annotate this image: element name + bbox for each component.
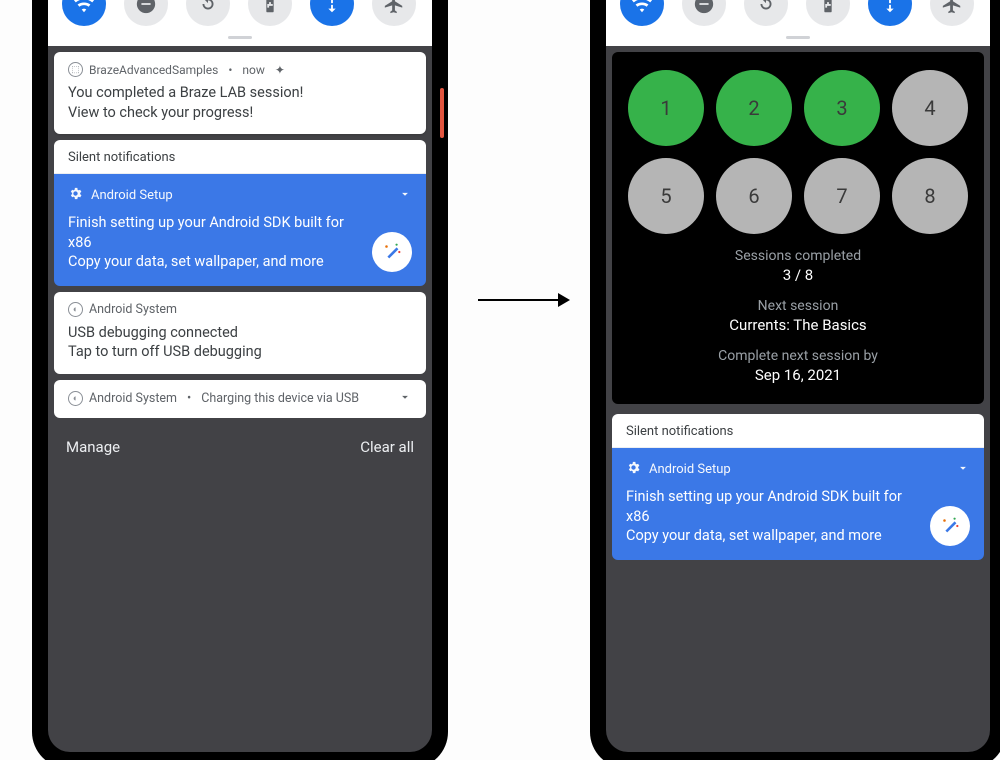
silent-label: Silent notifications bbox=[54, 140, 426, 174]
gear-icon bbox=[68, 186, 83, 205]
braze-progress-panel[interactable]: 1234 5678 Sessions completed 3 / 8 Next s… bbox=[612, 52, 984, 404]
session-bubble-1[interactable]: 1 bbox=[628, 70, 704, 146]
rotate-icon bbox=[197, 0, 219, 15]
qs-handle[interactable] bbox=[48, 36, 432, 46]
app-name: Android Setup bbox=[91, 188, 173, 203]
battery-saver-icon bbox=[817, 0, 839, 15]
magic-wand-icon[interactable] bbox=[930, 506, 970, 546]
separator-dot bbox=[224, 63, 236, 77]
qs-handle[interactable] bbox=[606, 36, 990, 46]
next-label: Next session bbox=[624, 298, 972, 314]
setup-line2: Copy your data, set wallpaper, and more bbox=[626, 527, 882, 544]
alerting-icon: ✦ bbox=[275, 63, 285, 77]
silent-section: Silent notifications Android Setup Finis… bbox=[612, 414, 984, 560]
qs-tile-airplane[interactable] bbox=[930, 0, 974, 26]
session-bubble-6[interactable]: 6 bbox=[716, 158, 792, 234]
setup-line1: Finish setting up your Android SDK built… bbox=[626, 488, 902, 525]
usb-line2: Tap to turn off USB debugging bbox=[68, 343, 262, 360]
qs-tile-mobile-data[interactable] bbox=[310, 0, 354, 26]
chevron-down-icon[interactable] bbox=[398, 187, 412, 205]
app-icon: ⬚ bbox=[68, 62, 83, 77]
qs-tile-wifi[interactable] bbox=[620, 0, 664, 26]
session-bubble-7[interactable]: 7 bbox=[804, 158, 880, 234]
notification-android-setup[interactable]: Android Setup Finish setting up your And… bbox=[54, 174, 426, 286]
qs-tile-rotate[interactable] bbox=[186, 0, 230, 26]
due-label: Complete next session by bbox=[624, 348, 972, 364]
charging-text: Charging this device via USB bbox=[201, 391, 359, 406]
setup-line2: Copy your data, set wallpaper, and more bbox=[68, 253, 324, 270]
android-icon: ◐ bbox=[68, 391, 83, 406]
dnd-icon bbox=[135, 0, 157, 15]
wifi-icon bbox=[631, 0, 653, 15]
chevron-down-icon[interactable] bbox=[398, 390, 412, 408]
app-name: Android System bbox=[89, 391, 177, 406]
gear-icon bbox=[626, 460, 641, 479]
notification-charging[interactable]: ◐ Android System • Charging this device … bbox=[54, 380, 426, 418]
session-bubble-4[interactable]: 4 bbox=[892, 70, 968, 146]
mobile-data-icon bbox=[879, 0, 901, 15]
airplane-icon bbox=[941, 0, 963, 15]
magic-wand-icon[interactable] bbox=[372, 232, 412, 272]
qs-tile-wifi[interactable] bbox=[62, 0, 106, 26]
notification-braze[interactable]: ⬚ BrazeAdvancedSamples now ✦ You complet… bbox=[54, 52, 426, 134]
completed-label: Sessions completed bbox=[624, 248, 972, 264]
quick-settings-bar bbox=[606, 0, 990, 36]
transition-arrow bbox=[478, 288, 570, 312]
qs-tile-dnd[interactable] bbox=[682, 0, 726, 26]
battery-saver-icon bbox=[259, 0, 281, 15]
wifi-icon bbox=[73, 0, 95, 15]
next-value: Currents: The Basics bbox=[624, 316, 972, 334]
dnd-icon bbox=[693, 0, 715, 15]
screen-right: 1234 5678 Sessions completed 3 / 8 Next s… bbox=[606, 0, 990, 752]
qs-tile-mobile-data[interactable] bbox=[868, 0, 912, 26]
due-value: Sep 16, 2021 bbox=[624, 366, 972, 384]
session-bubble-5[interactable]: 5 bbox=[628, 158, 704, 234]
notification-shade: ⬚ BrazeAdvancedSamples now ✦ You complet… bbox=[48, 46, 432, 424]
notification-text: View to check your progress! bbox=[68, 103, 412, 123]
usb-line1: USB debugging connected bbox=[68, 324, 238, 341]
android-icon: ◐ bbox=[68, 302, 83, 317]
qs-tile-dnd[interactable] bbox=[124, 0, 168, 26]
notification-usb-debugging[interactable]: ◐ Android System USB debugging connected… bbox=[54, 292, 426, 374]
silent-section: Silent notifications Android Setup Finis… bbox=[54, 140, 426, 286]
qs-tile-battery-saver[interactable] bbox=[806, 0, 850, 26]
screen-left: ⬚ BrazeAdvancedSamples now ✦ You complet… bbox=[48, 0, 432, 752]
power-button bbox=[440, 88, 444, 138]
session-bubbles: 1234 5678 bbox=[624, 70, 972, 234]
mobile-data-icon bbox=[321, 0, 343, 15]
qs-tile-airplane[interactable] bbox=[372, 0, 416, 26]
chevron-down-icon[interactable] bbox=[956, 461, 970, 479]
phone-left: ⬚ BrazeAdvancedSamples now ✦ You complet… bbox=[40, 0, 440, 760]
manage-button[interactable]: Manage bbox=[66, 438, 120, 456]
shade-footer: Manage Clear all bbox=[48, 424, 432, 466]
notification-title: You completed a Braze LAB session! bbox=[68, 84, 303, 101]
session-bubble-3[interactable]: 3 bbox=[804, 70, 880, 146]
quick-settings-bar bbox=[48, 0, 432, 36]
phone-right: 1234 5678 Sessions completed 3 / 8 Next s… bbox=[598, 0, 998, 760]
completed-value: 3 / 8 bbox=[624, 266, 972, 284]
session-bubble-2[interactable]: 2 bbox=[716, 70, 792, 146]
app-name: Android Setup bbox=[649, 462, 731, 477]
qs-tile-rotate[interactable] bbox=[744, 0, 788, 26]
session-bubble-8[interactable]: 8 bbox=[892, 158, 968, 234]
app-name: Android System bbox=[89, 302, 177, 317]
clear-all-button[interactable]: Clear all bbox=[360, 438, 414, 456]
app-name: BrazeAdvancedSamples bbox=[89, 63, 218, 77]
qs-tile-battery-saver[interactable] bbox=[248, 0, 292, 26]
notification-android-setup[interactable]: Android Setup Finish setting up your And… bbox=[612, 448, 984, 560]
setup-line1: Finish setting up your Android SDK built… bbox=[68, 214, 344, 251]
separator-dot: • bbox=[187, 391, 191, 406]
airplane-icon bbox=[383, 0, 405, 15]
silent-label: Silent notifications bbox=[612, 414, 984, 448]
notification-time: now bbox=[242, 63, 265, 77]
notification-shade: 1234 5678 Sessions completed 3 / 8 Next s… bbox=[606, 46, 990, 566]
rotate-icon bbox=[755, 0, 777, 15]
